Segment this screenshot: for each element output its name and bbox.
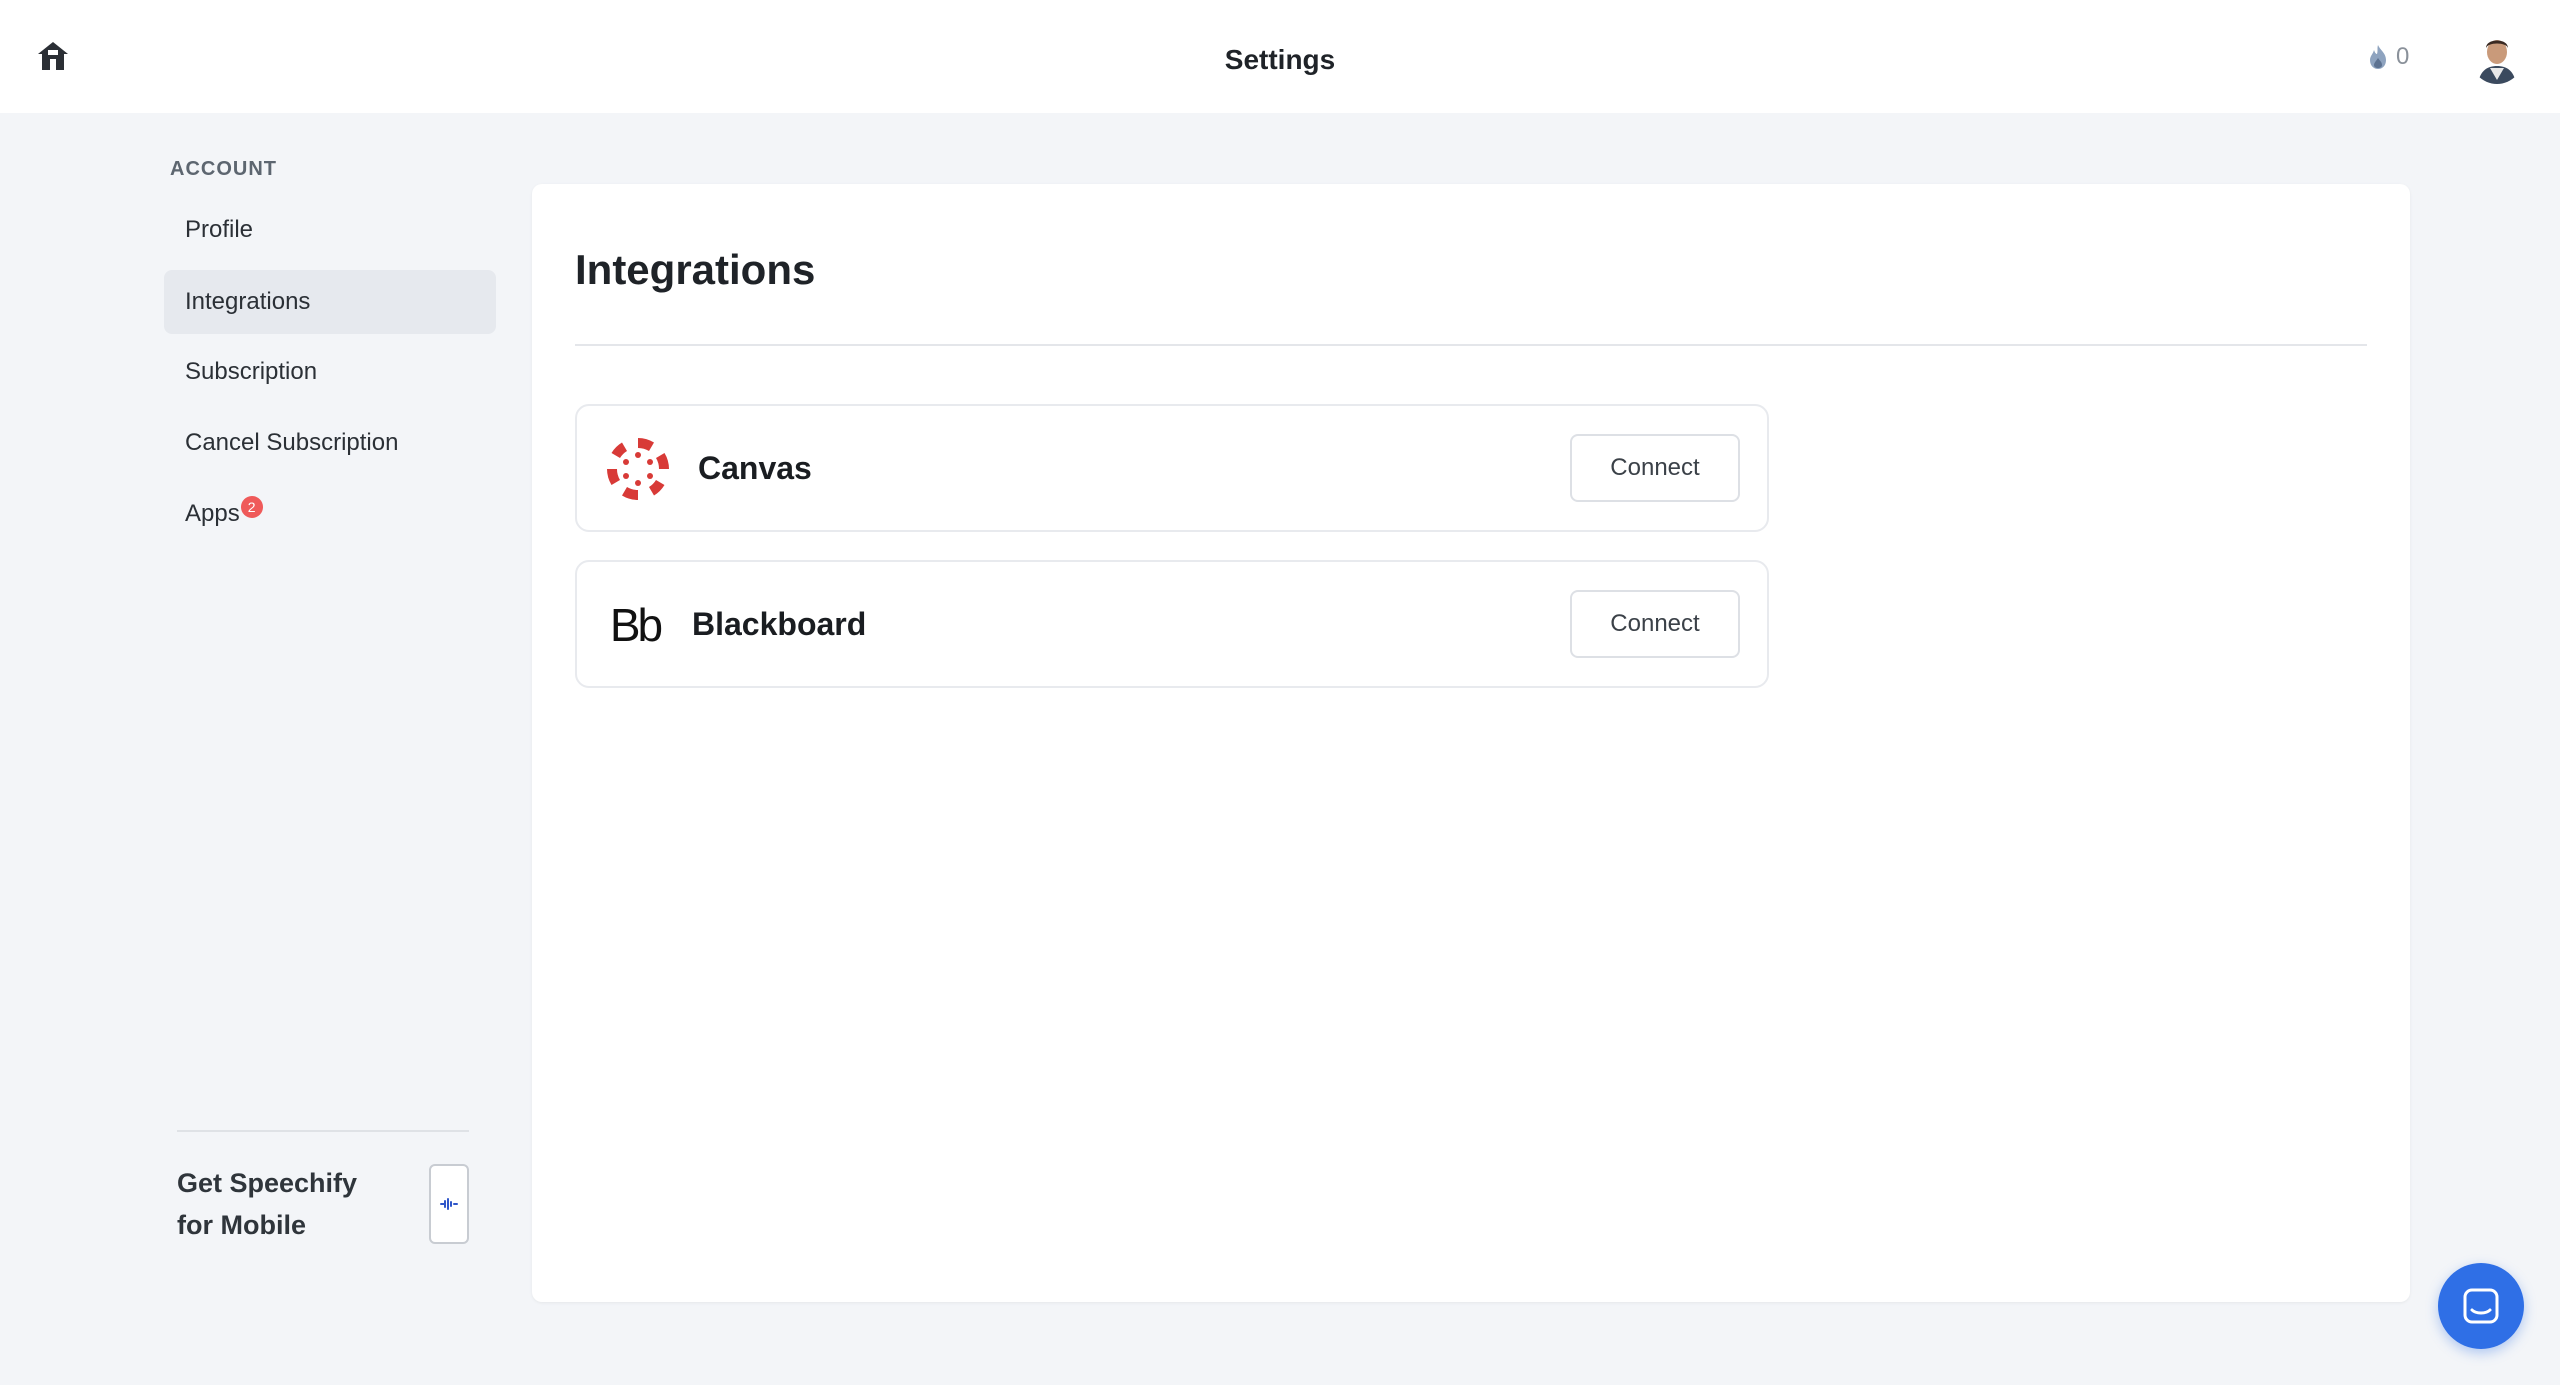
canvas-logo (605, 436, 671, 502)
sidebar-item-apps[interactable]: Apps 2 (164, 482, 496, 546)
account-section-label: ACCOUNT (170, 158, 277, 180)
phone-icon (429, 1164, 469, 1244)
flame-icon (2370, 45, 2386, 69)
page-title: Settings (1224, 44, 1336, 75)
sidebar-item-label: Subscription (185, 358, 318, 385)
sidebar-item-label: Apps (185, 500, 240, 527)
blackboard-logo: Bb (605, 592, 665, 658)
integration-name: Canvas (698, 450, 812, 486)
sidebar-item-profile[interactable]: Profile (164, 198, 496, 262)
integrations-card: Integrations Canvas Connect Bb Blackboar… (532, 184, 2410, 1302)
connect-blackboard-button[interactable]: Connect (1570, 590, 1740, 658)
sidebar-item-label: Cancel Subscription (185, 429, 399, 456)
sidebar-item-integrations[interactable]: Integrations (164, 270, 496, 334)
divider (575, 344, 2367, 346)
sidebar-item-subscription[interactable]: Subscription (164, 340, 496, 404)
streak-count: 0 (2396, 43, 2410, 70)
chat-launcher-button[interactable] (2438, 1263, 2524, 1349)
sidebar-item-label: Profile (185, 216, 254, 243)
chat-icon (2463, 1288, 2499, 1324)
promo-text: Get Speechify for Mobile (177, 1168, 358, 1240)
apps-notification-badge: 2 (240, 496, 263, 518)
integration-row-blackboard: Bb Blackboard Connect (575, 560, 1769, 688)
integration-row-canvas: Canvas Connect (575, 404, 1769, 532)
connect-canvas-button[interactable]: Connect (1570, 434, 1740, 502)
top-bar: Settings 0 (0, 0, 2560, 113)
section-title: Integrations (575, 246, 816, 293)
get-mobile-app-promo[interactable]: Get Speechify for Mobile (177, 1130, 469, 1246)
streak-counter[interactable]: 0 (2368, 42, 2409, 72)
integration-name: Blackboard (692, 606, 867, 642)
sidebar-item-label: Integrations (185, 288, 311, 315)
avatar[interactable] (2470, 28, 2524, 84)
blackboard-logo-text: Bb (609, 599, 663, 651)
sidebar-item-cancel-subscription[interactable]: Cancel Subscription (164, 411, 496, 475)
